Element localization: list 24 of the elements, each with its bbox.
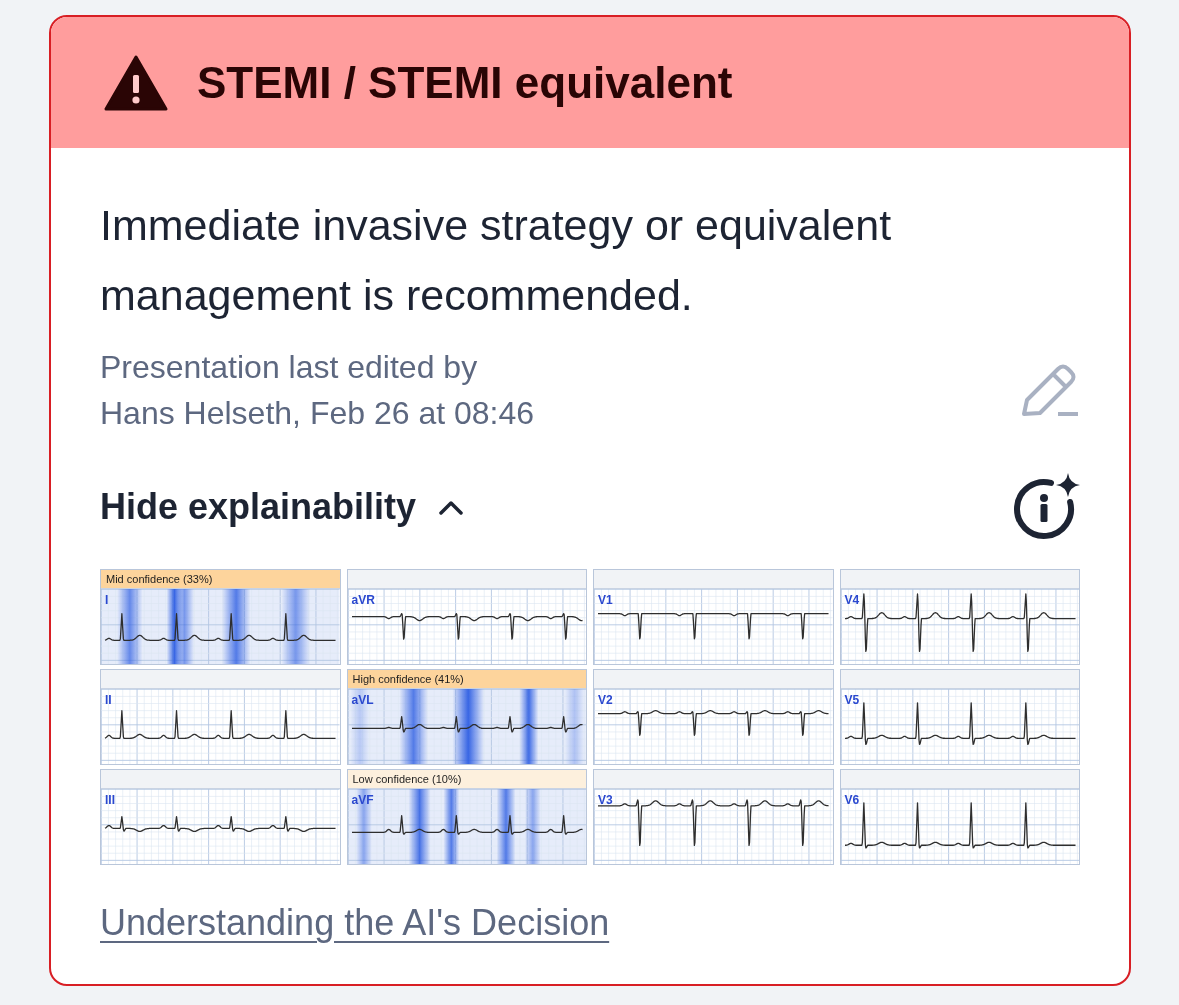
recommendation-text: Immediate invasive strategy or equivalent management is recommended. (100, 200, 893, 321)
ai-decision-link[interactable]: Understanding the AI's Decision (100, 902, 610, 943)
chevron-up-icon (438, 498, 465, 515)
lead-label: V1 (598, 593, 613, 607)
lead-label: V5 (844, 693, 860, 707)
confidence-label: High confidence (41%) (347, 670, 586, 689)
lead-label: II (105, 693, 112, 707)
last-edited-details: Hans Helseth, Feb 26 at 08:46 (100, 394, 535, 433)
lead-label: aVR (351, 593, 375, 607)
lead-label: aVF (351, 793, 374, 807)
last-edited-label: Presentation last edited by (100, 348, 479, 387)
confidence-label: Low confidence (10%) (347, 770, 586, 789)
warning-icon (103, 53, 169, 112)
lead-label: V3 (598, 793, 613, 807)
lead-label: V4 (844, 593, 860, 607)
lead-label: I (105, 593, 109, 607)
info-sparkle-icon[interactable] (1012, 472, 1080, 541)
lead-label: V6 (844, 793, 860, 807)
lead-label: V2 (598, 693, 613, 707)
lead-label: aVL (351, 693, 374, 707)
confidence-label: Mid confidence (33%) (101, 570, 340, 589)
alert-title: STEMI / STEMI equivalent (197, 57, 733, 108)
explainability-toggle[interactable]: Hide explainability (100, 485, 465, 528)
lead-label: III (105, 793, 115, 807)
